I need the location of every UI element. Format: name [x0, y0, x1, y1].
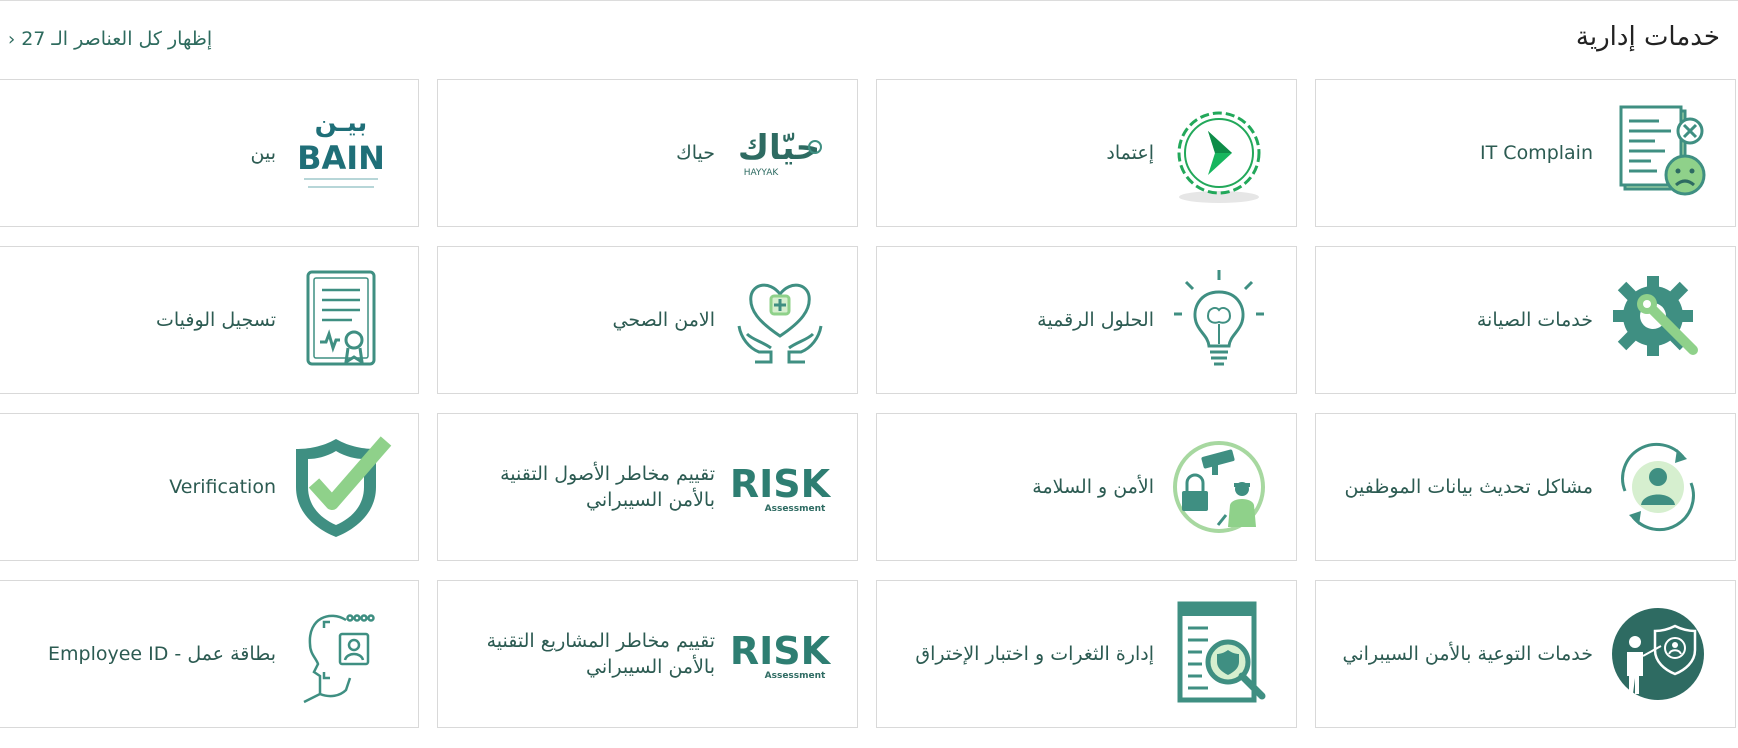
service-card-verification[interactable]: Verification	[0, 413, 419, 561]
bain-logo-icon: بيـن BAIN	[290, 97, 392, 209]
show-all-label: إظهار كل العناصر الـ 27	[21, 28, 213, 50]
service-label: IT Complain	[1480, 142, 1593, 164]
user-sync-icon	[1607, 431, 1709, 543]
service-label: إعتماد	[1106, 142, 1154, 164]
heart-hands-icon	[729, 264, 831, 376]
service-card-cyber-awareness[interactable]: خدمات التوعية بالأمن السيبراني	[1315, 580, 1736, 728]
service-label: Verification	[169, 476, 276, 498]
service-label: الأمن و السلامة	[1032, 476, 1154, 498]
service-card-hayyak[interactable]: حيّاك HAYYAK حياك	[437, 79, 858, 227]
service-card-bain[interactable]: بيـن BAIN بين	[0, 79, 419, 227]
show-all-link[interactable]: إظهار كل العناصر الـ 27 ‹	[8, 28, 212, 50]
service-card-it-complain[interactable]: IT Complain	[1315, 79, 1736, 227]
risk-assessment-icon: RISK Assessment	[729, 431, 831, 543]
service-card-employee-data[interactable]: مشاكل تحديث بيانات الموظفين	[1315, 413, 1736, 561]
service-label: حياك	[676, 142, 715, 164]
service-card-digital-solutions[interactable]: الحلول الرقمية	[876, 246, 1297, 394]
hayyak-logo-subtext: HAYYAK	[744, 168, 780, 178]
section-header: خدمات إدارية إظهار كل العناصر الـ 27 ‹	[0, 18, 1738, 58]
service-label: تقييم مخاطر الأصول التقنية بالأمن السيبر…	[500, 463, 715, 511]
service-label: الامن الصحي	[612, 309, 715, 331]
service-card-safety-security[interactable]: الأمن و السلامة	[876, 413, 1297, 561]
service-label: الحلول الرقمية	[1037, 309, 1154, 331]
service-label: خدمات الصيانة	[1476, 309, 1593, 331]
presenter-shield-icon	[1607, 598, 1709, 710]
certificate-icon	[290, 264, 392, 376]
services-grid: IT Complain إعتماد حيّاك HAYYAK حياك بيـ…	[0, 79, 1736, 728]
bain-logo-arabic: بيـن	[315, 108, 368, 138]
service-label: تسجيل الوفيات	[155, 309, 276, 331]
chevron-left-icon: ‹	[8, 28, 16, 50]
shield-check-icon	[290, 431, 392, 543]
service-card-asset-risk[interactable]: RISK Assessment تقييم مخاطر الأصول التقن…	[437, 413, 858, 561]
security-camera-guard-icon	[1168, 431, 1270, 543]
service-label: تقييم مخاطر المشاريع التقنية بالأمن السي…	[486, 630, 715, 678]
service-card-maintenance[interactable]: خدمات الصيانة	[1315, 246, 1736, 394]
document-magnifier-icon	[1168, 598, 1270, 710]
service-label: Employee ID - بطاقة عمل	[48, 643, 276, 665]
etimad-logo-icon	[1168, 97, 1270, 209]
risk-logo-subtext: Assessment	[765, 504, 826, 514]
page-title: خدمات إدارية	[1575, 22, 1720, 52]
service-card-health-security[interactable]: الامن الصحي	[437, 246, 858, 394]
lightbulb-brain-icon	[1168, 264, 1270, 376]
risk-logo-text: RISK	[730, 629, 831, 673]
hayyak-logo-text: حيّاك	[738, 128, 820, 168]
top-divider	[0, 0, 1738, 1]
service-label: خدمات التوعية بالأمن السيبراني	[1342, 643, 1594, 665]
service-label: إدارة الثغرات و اختبار الإختراق	[915, 643, 1154, 665]
risk-assessment-icon: RISK Assessment	[729, 598, 831, 710]
complaint-document-icon	[1607, 97, 1709, 209]
service-card-project-risk[interactable]: RISK Assessment تقييم مخاطر المشاريع الت…	[437, 580, 858, 728]
service-card-etimad[interactable]: إعتماد	[876, 79, 1297, 227]
hayyak-logo-icon: حيّاك HAYYAK	[729, 97, 831, 209]
gear-wrench-icon	[1607, 264, 1709, 376]
service-label: بين	[250, 142, 277, 164]
service-card-vulnerability-mgmt[interactable]: إدارة الثغرات و اختبار الإختراق	[876, 580, 1297, 728]
employee-id-icon	[290, 598, 392, 710]
risk-logo-text: RISK	[730, 462, 831, 506]
risk-logo-subtext: Assessment	[765, 671, 826, 681]
service-card-employee-id[interactable]: Employee ID - بطاقة عمل	[0, 580, 419, 728]
service-card-death-registration[interactable]: تسجيل الوفيات	[0, 246, 419, 394]
service-label: مشاكل تحديث بيانات الموظفين	[1344, 476, 1593, 498]
bain-logo-latin: BAIN	[297, 139, 385, 177]
